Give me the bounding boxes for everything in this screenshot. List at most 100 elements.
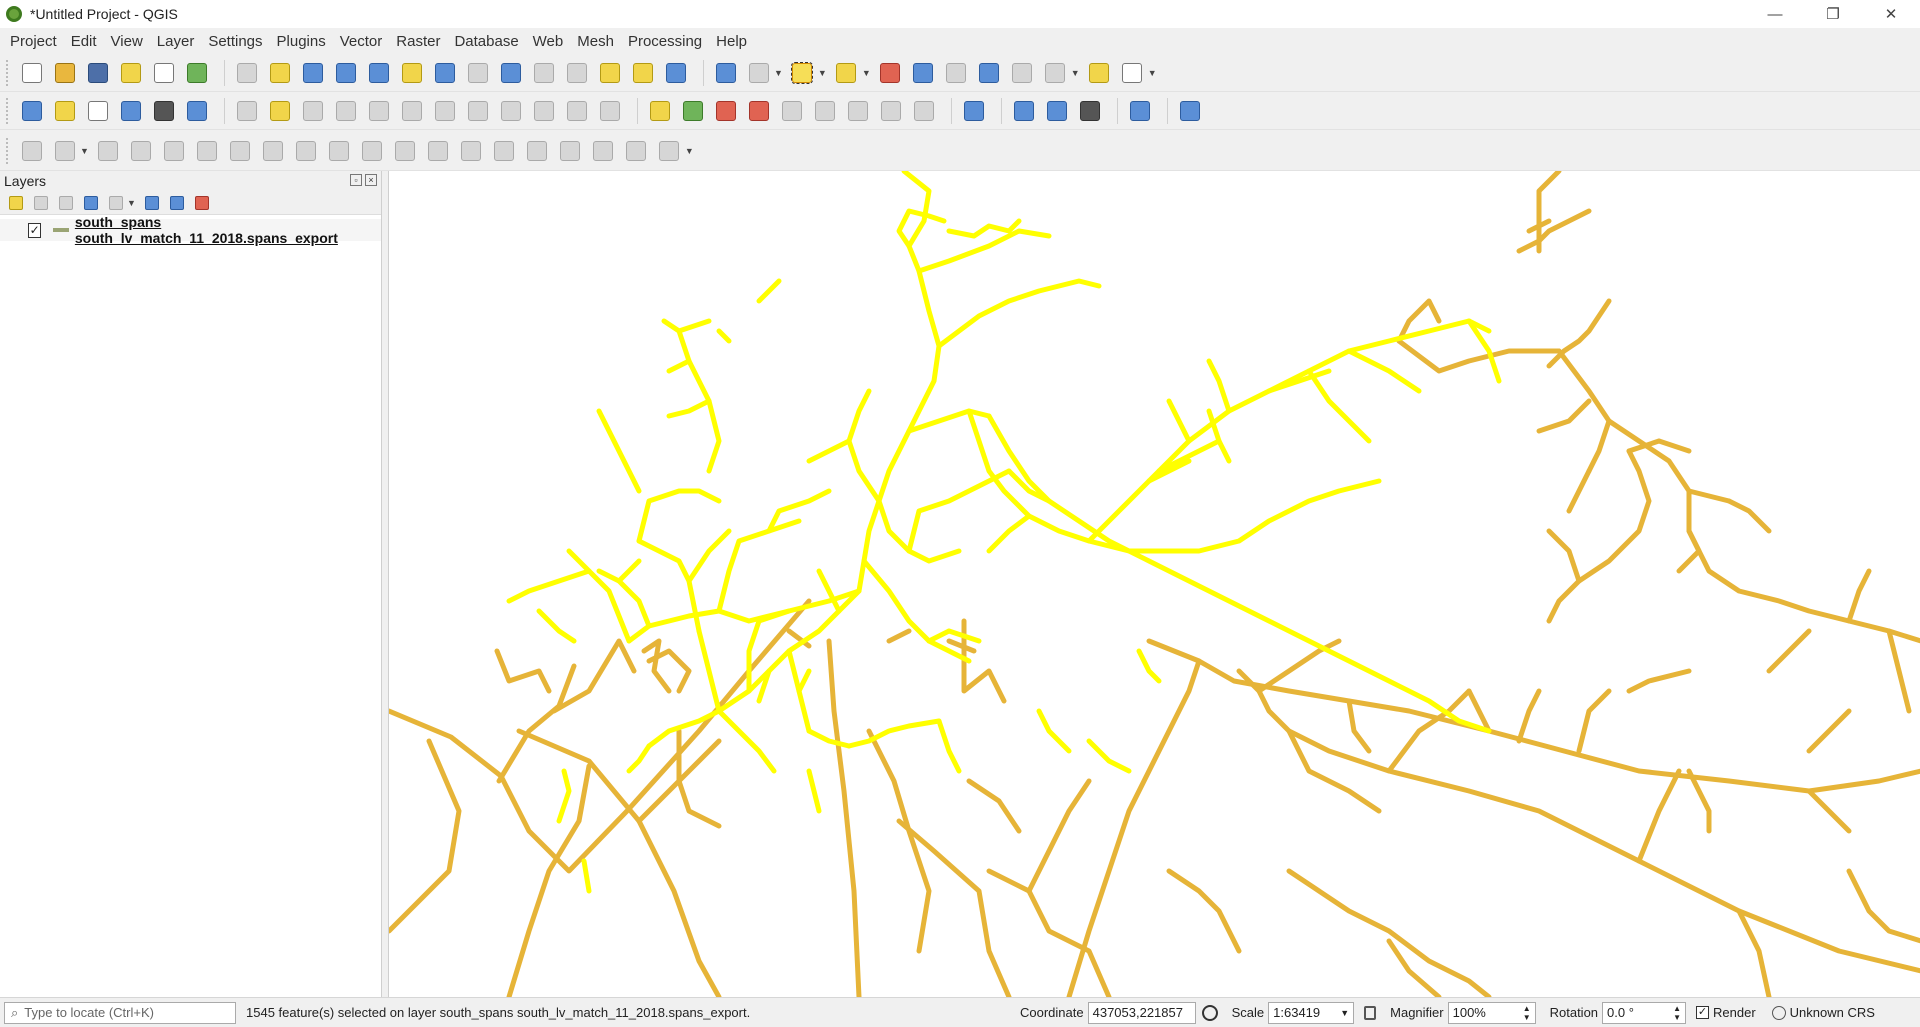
save-project-button[interactable]	[84, 59, 111, 87]
deselect-all-button[interactable]	[877, 59, 904, 87]
expand-all-button[interactable]	[142, 193, 162, 213]
float-panel-button[interactable]: ▫	[350, 174, 362, 186]
chevron-down-icon[interactable]: ▼	[818, 68, 827, 78]
chevron-down-icon[interactable]: ▼	[80, 146, 89, 156]
add-part-button[interactable]	[260, 137, 287, 165]
menu-processing[interactable]: Processing	[621, 33, 709, 50]
close-panel-button[interactable]: ×	[365, 174, 377, 186]
select-features-button[interactable]	[789, 59, 816, 87]
advanced-digitizing-button[interactable]	[18, 137, 45, 165]
web-service-button[interactable]	[1043, 97, 1070, 125]
zoom-to-selection-button[interactable]	[398, 59, 425, 87]
chevron-down-icon[interactable]: ▼	[1071, 68, 1080, 78]
menu-edit[interactable]: Edit	[64, 33, 104, 50]
new-geopackage-button[interactable]	[51, 97, 78, 125]
python-console-button[interactable]	[1126, 97, 1153, 125]
highlight-labels-button[interactable]	[745, 97, 772, 125]
split-features-button[interactable]	[491, 137, 518, 165]
sum-button[interactable]	[1009, 59, 1036, 87]
locator-input[interactable]: ⌕ Type to locate (Ctrl+K)	[4, 1001, 236, 1024]
new-virtual-layer-button[interactable]	[183, 97, 210, 125]
chevron-down-icon[interactable]: ▼	[1148, 68, 1157, 78]
spinner-arrows-icon[interactable]: ▲ ▼	[1673, 1004, 1681, 1022]
label-properties-button[interactable]	[910, 97, 937, 125]
show-hide-labels-button[interactable]	[877, 97, 904, 125]
new-project-button[interactable]	[18, 59, 45, 87]
new-scratch-layer-button[interactable]	[117, 97, 144, 125]
cut-features-button[interactable]	[464, 97, 491, 125]
rotate-label-button[interactable]	[811, 97, 838, 125]
minimize-button[interactable]: —	[1746, 0, 1804, 28]
text-annotation-button[interactable]	[1119, 59, 1146, 87]
move-feature-button[interactable]	[95, 137, 122, 165]
close-button[interactable]: ✕	[1862, 0, 1920, 28]
spinner-arrows-icon[interactable]: ▲ ▼	[1523, 1004, 1531, 1022]
split-parts-button[interactable]	[524, 137, 551, 165]
style-manager-button[interactable]	[183, 59, 210, 87]
new-map-view-button[interactable]	[563, 59, 590, 87]
maximize-button[interactable]: ❐	[1804, 0, 1862, 28]
data-source-manager-button[interactable]	[18, 97, 45, 125]
menu-database[interactable]: Database	[447, 33, 525, 50]
zoom-in-button[interactable]	[299, 59, 326, 87]
crs-globe-icon[interactable]	[1771, 1005, 1786, 1020]
web-tool-button[interactable]	[1076, 97, 1103, 125]
crs-label[interactable]: Unknown CRS	[1790, 1005, 1875, 1020]
toolbox-button[interactable]	[976, 59, 1003, 87]
statistics-button[interactable]	[943, 59, 970, 87]
add-ring-button[interactable]	[227, 137, 254, 165]
chevron-down-icon[interactable]: ▼	[685, 146, 694, 156]
select-by-expression-button[interactable]	[833, 59, 860, 87]
fill-ring-button[interactable]	[293, 137, 320, 165]
zoom-native-button[interactable]	[464, 59, 491, 87]
chevron-down-icon[interactable]: ▼	[862, 68, 871, 78]
save-edits-button[interactable]	[299, 97, 326, 125]
vertex-tool-button[interactable]	[365, 97, 392, 125]
digitize-button[interactable]	[332, 97, 359, 125]
merge-features-button[interactable]	[557, 137, 584, 165]
menu-raster[interactable]: Raster	[389, 33, 447, 50]
zoom-out-button[interactable]	[332, 59, 359, 87]
new-bookmark-button[interactable]	[596, 59, 623, 87]
scale-field[interactable]: 1:63419 ▼	[1268, 1001, 1355, 1024]
change-label-button[interactable]	[844, 97, 871, 125]
identify-button[interactable]	[712, 59, 739, 87]
refresh-button[interactable]	[662, 59, 689, 87]
attribute-table-button[interactable]	[910, 59, 937, 87]
menu-mesh[interactable]: Mesh	[570, 33, 621, 50]
measure-button[interactable]	[1042, 59, 1069, 87]
new-shapefile-button[interactable]	[84, 97, 111, 125]
show-bookmarks-button[interactable]	[629, 59, 656, 87]
toolbar-grip[interactable]	[6, 59, 10, 86]
undo-button[interactable]	[563, 97, 590, 125]
rotation-field[interactable]: 0.0 ° ▲ ▼	[1602, 1001, 1687, 1024]
paste-features-button[interactable]	[530, 97, 557, 125]
toolbar-grip[interactable]	[6, 137, 10, 164]
current-edits-button[interactable]	[233, 97, 260, 125]
save-as-button[interactable]	[117, 59, 144, 87]
layer-visibility-checkbox[interactable]: ✓	[28, 222, 42, 238]
menu-vector[interactable]: Vector	[333, 33, 390, 50]
map-canvas[interactable]	[388, 171, 1920, 997]
render-checkbox[interactable]: ✓	[1696, 1006, 1710, 1019]
delete-ring-button[interactable]	[326, 137, 353, 165]
zoom-to-layer-button[interactable]	[431, 59, 458, 87]
reverse-line-button[interactable]	[458, 137, 485, 165]
menu-settings[interactable]: Settings	[201, 33, 269, 50]
actions-button[interactable]	[745, 59, 772, 87]
menu-layer[interactable]: Layer	[150, 33, 202, 50]
remove-layer-button[interactable]	[192, 193, 212, 213]
layer-diagram-button[interactable]	[679, 97, 706, 125]
db-manager-button[interactable]	[960, 97, 987, 125]
toolbar-grip[interactable]	[6, 97, 10, 124]
metasearch-button[interactable]	[1010, 97, 1037, 125]
add-group-button[interactable]	[31, 193, 51, 213]
menu-project[interactable]: Project	[3, 33, 64, 50]
layer-styling-button[interactable]	[6, 193, 26, 213]
lock-scale-icon[interactable]	[1364, 1005, 1377, 1020]
menu-view[interactable]: View	[104, 33, 150, 50]
trim-extend-button[interactable]	[656, 137, 683, 165]
zoom-full-button[interactable]	[365, 59, 392, 87]
rotate-symbols-button[interactable]	[623, 137, 650, 165]
toggle-extents-icon[interactable]	[1201, 1004, 1218, 1021]
